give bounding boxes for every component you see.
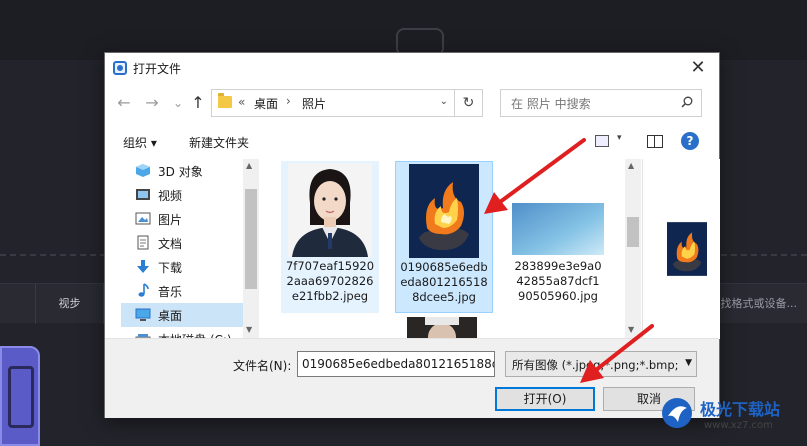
file-type-select[interactable]: 所有图像 (*.jpeg;*.png;*.bmp; ▼ [505, 351, 697, 377]
breadcrumb-photos[interactable]: 照片 [302, 95, 326, 112]
tree-item-downloads[interactable]: 下载 [121, 255, 243, 279]
desktop-icon [135, 308, 151, 321]
address-dropdown-icon[interactable]: ⌄ [440, 96, 448, 107]
video-icon [136, 189, 150, 200]
back-arrow-icon[interactable]: ← [115, 93, 133, 113]
documents-icon [137, 235, 149, 250]
file-name: 0190685e6edbeda8012165188dcee5.jpg [400, 260, 488, 304]
tree-item-pictures[interactable]: 图片 [121, 207, 243, 231]
watermark-brand: 极光下载站 [700, 400, 781, 419]
file-item[interactable]: 283899e3e9a042855a87dcf190505960.jpg [509, 161, 607, 313]
view-options-icon[interactable] [595, 135, 609, 147]
tree-item-documents[interactable]: 文档 [121, 231, 243, 255]
tree-item-label: 视频 [158, 189, 183, 203]
navigation-scrollbar[interactable]: ▲ ▼ [243, 159, 259, 339]
dialog-title: 打开文件 [133, 62, 182, 76]
address-bar[interactable]: « 桌面 › 照片 ⌄ [211, 89, 455, 117]
background-strip-label[interactable]: 视步 [36, 284, 104, 324]
preview-image [667, 222, 707, 276]
search-input[interactable]: 在 照片 中搜索 [500, 89, 702, 117]
tree-item-desktop[interactable]: 桌面 [121, 303, 243, 327]
chevron-down-icon: ▼ [683, 358, 692, 368]
up-arrow-icon[interactable]: ↑ [189, 93, 207, 113]
file-name: 7f707eaf159202aaa69702826e21fbb2.jpeg [285, 259, 375, 303]
file-list: 7f707eaf159202aaa69702826e21fbb2.jpeg 01… [273, 159, 639, 339]
file-thumbnail-gradient [512, 203, 604, 255]
tree-item-music[interactable]: 音乐 [121, 279, 243, 303]
forward-arrow-icon[interactable]: → [143, 93, 161, 113]
help-icon[interactable]: ? [681, 132, 699, 150]
new-folder-button[interactable]: 新建文件夹 [189, 134, 249, 151]
watermark-logo-icon [662, 398, 692, 428]
preview-pane [642, 159, 720, 339]
background-cell [0, 284, 36, 324]
tree-item-label: 音乐 [158, 285, 183, 299]
breadcrumb-separator: › [286, 94, 291, 108]
navigation-bar: ← → ⌄ ↑ « 桌面 › 照片 ⌄ ↻ 在 照片 中搜索 [105, 87, 719, 119]
dialog-titlebar: 打开文件 ✕ [105, 53, 719, 83]
refresh-icon[interactable]: ↻ [455, 89, 483, 117]
scroll-down-icon[interactable]: ▼ [628, 325, 634, 334]
close-button[interactable]: ✕ [687, 57, 709, 79]
pictures-icon [135, 212, 151, 225]
file-thumbnail-partial [407, 317, 477, 339]
file-name-label: 文件名(N): [233, 359, 292, 373]
file-type-value: 所有图像 (*.jpeg;*.png;*.bmp; [512, 358, 679, 372]
scroll-up-icon[interactable]: ▲ [246, 161, 252, 170]
tree-item-label: 图片 [158, 213, 183, 227]
file-item-selected[interactable]: 0190685e6edbeda8012165188dcee5.jpg [395, 161, 493, 313]
open-button[interactable]: 打开(O) [495, 387, 595, 411]
downloads-icon [137, 260, 149, 273]
scroll-down-icon[interactable]: ▼ [246, 325, 252, 334]
folder-icon [218, 93, 232, 108]
file-name: 283899e3e9a042855a87dcf190505960.jpg [514, 259, 602, 303]
file-thumbnail-fire [409, 164, 479, 258]
preview-pane-icon[interactable] [647, 135, 663, 148]
organize-button[interactable]: 组织 ▾ [123, 134, 157, 151]
background-format-search[interactable]: 查找格式或设备... [710, 284, 798, 324]
tree-item-label: 文档 [158, 237, 183, 251]
scrollbar-thumb[interactable] [245, 189, 257, 289]
tree-item-3d-objects[interactable]: 3D 对象 [121, 159, 243, 183]
breadcrumb-desktop[interactable]: 桌面 [254, 95, 278, 112]
watermark-url: www.xz7.com [704, 420, 773, 431]
dialog-app-icon [113, 61, 127, 75]
command-bar: 组织 ▾ 新建文件夹 ▾ ? [105, 129, 719, 155]
recent-locations-dropdown[interactable]: ⌄ [169, 93, 187, 113]
search-placeholder: 在 照片 中搜索 [511, 97, 591, 111]
file-list-scrollbar[interactable]: ▲ ▼ [625, 159, 641, 339]
dialog-footer: 文件名(N): 0190685e6edbeda8012165188dcee5.j… [105, 338, 719, 418]
view-dropdown-icon[interactable]: ▾ [617, 133, 622, 143]
navigation-pane: 3D 对象 视频 图片 文档 下载 音乐 桌面 本地磁盘 (C:) [121, 159, 259, 339]
tree-item-label: 下载 [158, 261, 183, 275]
tree-item-label: 3D 对象 [158, 165, 203, 179]
file-item[interactable]: 7f707eaf159202aaa69702826e21fbb2.jpeg [281, 161, 379, 313]
file-thumbnail-portrait [288, 163, 372, 257]
open-file-dialog: 打开文件 ✕ ← → ⌄ ↑ « 桌面 › 照片 ⌄ ↻ 在 照片 中搜索 组织… [104, 52, 720, 418]
watermark: 极光下载站 www.xz7.com [660, 392, 807, 446]
3d-objects-icon [136, 164, 150, 177]
scroll-up-icon[interactable]: ▲ [628, 161, 634, 170]
tree-item-videos[interactable]: 视频 [121, 183, 243, 207]
file-name-input[interactable]: 0190685e6edbeda8012165188dcee5.jpg [297, 351, 495, 377]
tree-item-label: 桌面 [158, 309, 183, 323]
music-icon [138, 283, 149, 297]
search-icon [681, 96, 693, 108]
background-left-panel [0, 346, 40, 446]
breadcrumb-overflow[interactable]: « [238, 95, 245, 109]
scrollbar-thumb[interactable] [627, 217, 639, 247]
